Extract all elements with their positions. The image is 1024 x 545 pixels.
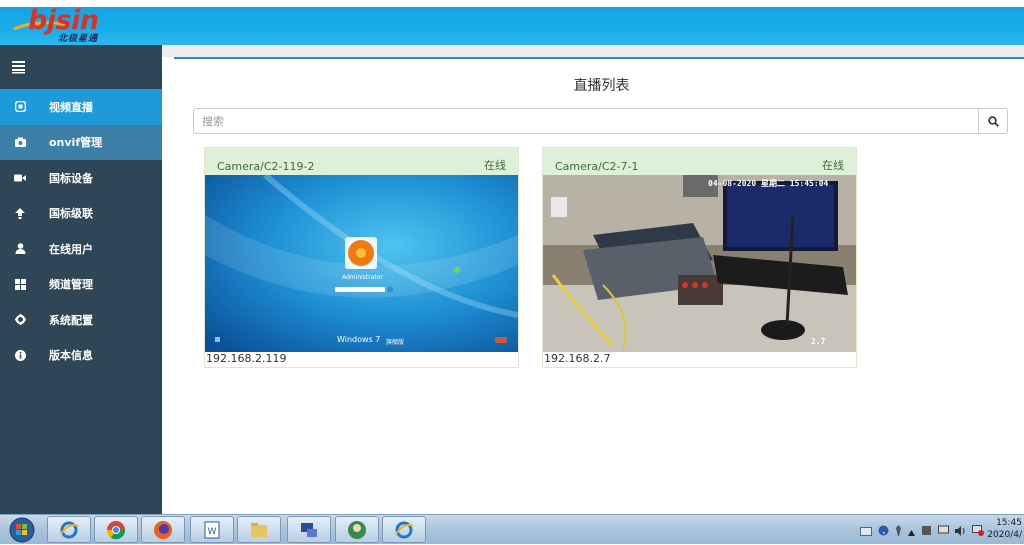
taskbar-app-network[interactable]	[287, 516, 331, 543]
info-icon	[14, 349, 26, 361]
explorer-icon	[251, 522, 267, 537]
status-badge: 在线	[484, 159, 506, 172]
clock-date: 2020/4/	[987, 530, 1022, 540]
osd-corner-label: 2.7	[811, 337, 826, 346]
search-icon	[987, 115, 999, 127]
ie-icon	[395, 521, 414, 538]
menu-toggle-button[interactable]	[0, 45, 162, 89]
search-input[interactable]	[193, 108, 978, 134]
live-list-panel: 直播列表 Camera/C2-119-2 在线	[174, 57, 1024, 514]
play-square-icon	[14, 101, 26, 113]
taskbar-app-firefox[interactable]	[141, 516, 185, 543]
video-camera-icon	[14, 172, 26, 184]
gear-icon	[14, 314, 26, 326]
taskbar-app-chrome[interactable]	[94, 516, 138, 543]
sidebar-item-label: 国标设备	[49, 171, 93, 185]
sidebar-item-label: 系统配置	[49, 313, 93, 327]
keyboard-icon[interactable]	[860, 521, 872, 540]
card-header: Camera/C2-7-1 在线	[543, 148, 856, 175]
taskbar-app-word[interactable]: W	[190, 516, 234, 543]
sidebar-item-gb-cascade[interactable]: 国标级联	[0, 196, 162, 232]
start-button[interactable]	[2, 515, 42, 545]
user-icon	[14, 243, 26, 255]
taskbar-app-ie-2[interactable]	[382, 516, 426, 543]
os-taskbar: W 15:45 2020/4/	[0, 514, 1024, 544]
search-button[interactable]	[978, 108, 1008, 134]
app-header: bjsin 北极星通	[0, 5, 1024, 45]
sidebar-item-settings[interactable]: 系统配置	[0, 302, 162, 338]
camera-card[interactable]: Camera/C2-7-1 在线 04-08-2020 星期二 15:45:04…	[542, 147, 857, 368]
word-icon: W	[204, 521, 220, 538]
help-icon[interactable]	[878, 521, 889, 540]
network-error-icon[interactable]	[972, 521, 984, 540]
clock-time: 15:45	[996, 518, 1022, 528]
main-content: 直播列表 Camera/C2-119-2 在线	[162, 45, 1024, 514]
sidebar-item-channels[interactable]: 频道管理	[0, 267, 162, 303]
sidebar: 视频直播 onvif管理 国标设备 国标级联 在线用户 频道管理 系统配置 版本…	[0, 45, 162, 514]
camera-ip: 192.168.2.119	[206, 352, 287, 365]
display-icon[interactable]	[938, 521, 949, 540]
sidebar-item-version[interactable]: 版本信息	[0, 338, 162, 374]
thumb-os-edition: 旗舰版	[386, 339, 405, 346]
lab-desk-preview	[543, 175, 856, 352]
taskbar-clock[interactable]: 15:45 2020/4/	[987, 517, 1022, 541]
camera-thumbnail[interactable]: Administrator Windows 7 旗舰版	[205, 175, 518, 352]
taskbar-app-explorer[interactable]	[237, 516, 281, 543]
ie-icon	[60, 521, 79, 538]
thumb-username: Administrator	[342, 274, 383, 281]
top-edge	[0, 0, 1024, 7]
camera-name: Camera/C2-119-2	[217, 160, 315, 173]
sidebar-item-label: 在线用户	[49, 242, 93, 256]
camera-name: Camera/C2-7-1	[555, 160, 639, 173]
system-tray	[860, 521, 984, 540]
logo-subtitle: 北极星通	[58, 34, 99, 44]
win7-login-preview	[205, 175, 518, 352]
network-icon	[301, 522, 317, 537]
sidebar-item-label: 频道管理	[49, 278, 93, 292]
osd-timestamp: 04-08-2020 星期二 15:45:04	[708, 179, 829, 188]
avatar-icon	[348, 520, 366, 539]
camera-thumbnail[interactable]: 04-08-2020 星期二 15:45:04 2.7	[543, 175, 856, 352]
camera-card[interactable]: Camera/C2-119-2 在线 Administrator Windows…	[204, 147, 519, 368]
sidebar-item-live[interactable]: 视频直播	[0, 89, 162, 125]
taskbar-app-avatar[interactable]	[335, 516, 379, 543]
sidebar-item-gb-device[interactable]: 国标设备	[0, 160, 162, 196]
sidebar-item-label: 国标级联	[49, 207, 93, 221]
sidebar-item-label: 版本信息	[49, 349, 93, 363]
page-title: 直播列表	[573, 78, 630, 94]
sidebar-item-label: onvif管理	[49, 136, 103, 150]
card-header: Camera/C2-119-2 在线	[205, 148, 518, 175]
status-badge: 在线	[822, 159, 844, 172]
firefox-icon	[154, 520, 172, 539]
tray-expand-icon[interactable]	[908, 521, 915, 540]
sidebar-item-online-users[interactable]: 在线用户	[0, 231, 162, 267]
pen-icon[interactable]	[895, 521, 902, 540]
device-icon[interactable]	[921, 521, 932, 540]
grid-icon	[14, 278, 26, 290]
camera-ip: 192.168.2.7	[544, 352, 611, 365]
cloud-upload-icon	[14, 207, 26, 219]
search-bar	[193, 108, 1008, 134]
volume-icon[interactable]	[955, 521, 966, 540]
camera-icon	[14, 136, 26, 148]
thumb-os-brand: Windows 7	[337, 335, 381, 344]
windows-orb-icon	[9, 517, 35, 543]
hamburger-icon	[12, 61, 25, 74]
svg-text:W: W	[208, 527, 217, 537]
taskbar-app-ie[interactable]	[47, 516, 91, 543]
sidebar-item-onvif[interactable]: onvif管理	[0, 124, 162, 160]
brand-logo[interactable]: bjsin 北极星通	[10, 5, 140, 45]
sidebar-item-label: 视频直播	[49, 100, 93, 114]
content-top-strip	[162, 45, 1024, 57]
chrome-icon	[106, 520, 126, 539]
